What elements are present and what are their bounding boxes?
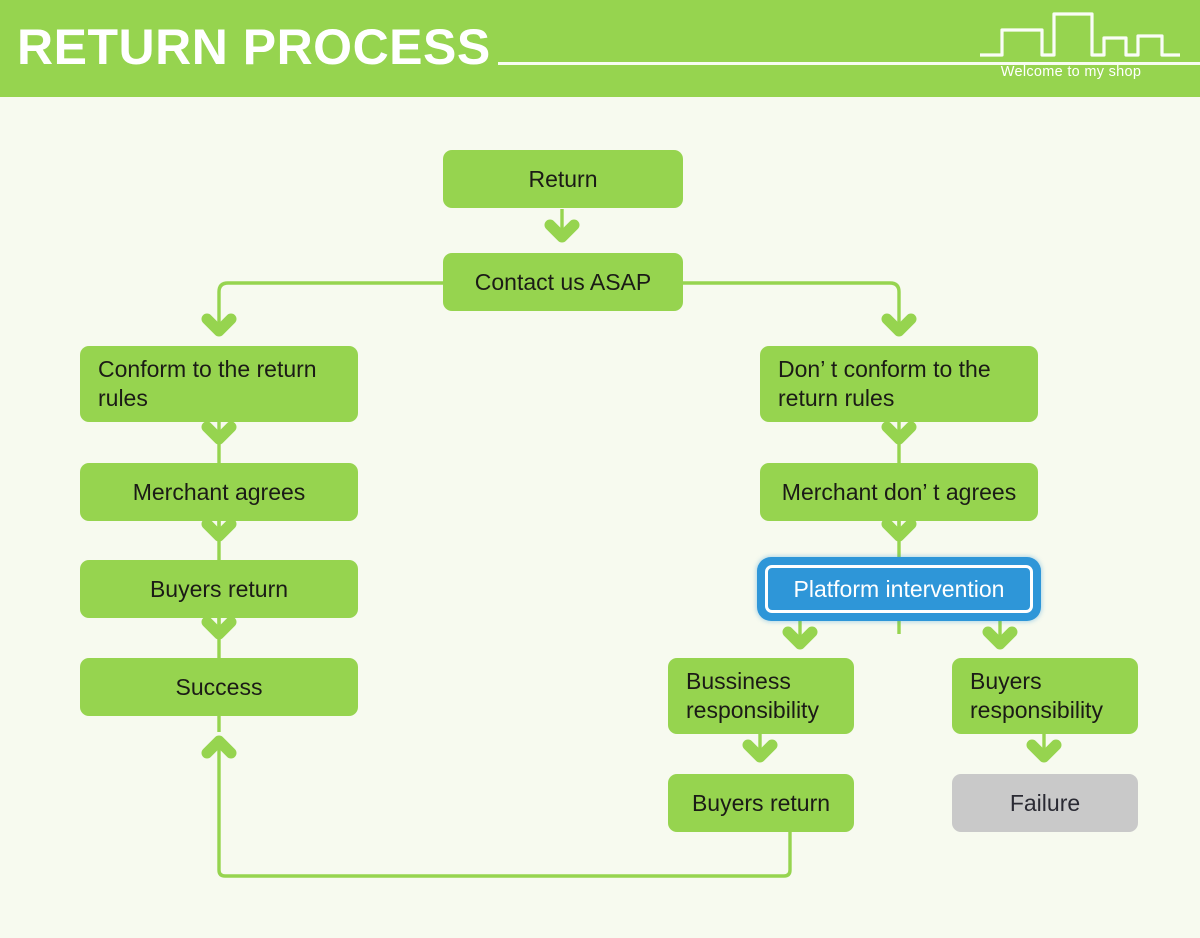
node-label: Contact us ASAP [474,268,652,295]
node-failure[interactable]: Failure [952,774,1138,832]
node-label: Bussiness responsibility [686,668,819,723]
node-return[interactable]: Return [443,150,683,208]
node-success[interactable]: Success [80,658,358,716]
node-label: Buyers responsibility [970,668,1103,723]
node-label: Merchant don’ t agrees [781,478,1017,505]
highlight-inner-border: Platform intervention [765,565,1033,613]
node-label: Return [528,165,598,192]
brand-tagline: Welcome to my shop [1000,64,1142,80]
node-buyers-return-right[interactable]: Buyers return [668,774,854,832]
node-label: Success [175,673,263,700]
node-label: Conform to the return rules [98,356,317,411]
node-buyers-return-left[interactable]: Buyers return [80,560,358,618]
page-title: RETURN PROCESS [17,19,491,75]
node-label: Merchant agrees [132,478,306,505]
node-buyers-responsibility[interactable]: Buyers responsibility [952,658,1138,734]
node-label: Don’ t conform to the return rules [778,356,991,411]
header-banner: RETURN PROCESS Welcome to my shop [0,0,1200,97]
node-label: Buyers return [149,575,289,602]
edge-contact-to-conform [217,281,443,330]
node-dont-conform-to-return-rules[interactable]: Don’ t conform to the return rules [760,346,1038,422]
node-merchant-dont-agrees[interactable]: Merchant don’ t agrees [760,463,1038,521]
brand-block: Welcome to my shop [965,6,1200,92]
edge-contact-to-notconform [682,281,901,330]
node-bussiness-responsibility[interactable]: Bussiness responsibility [668,658,854,734]
node-label: Platform intervention [793,575,1005,602]
node-platform-intervention[interactable]: Platform intervention [760,560,1038,618]
city-skyline-icon [980,12,1180,57]
node-merchant-agrees[interactable]: Merchant agrees [80,463,358,521]
node-label: Failure [1009,789,1081,816]
node-contact-us-asap[interactable]: Contact us ASAP [443,253,683,311]
node-label: Buyers return [691,789,831,816]
flowchart-canvas: Return Contact us ASAP Conform to the re… [0,97,1200,938]
node-conform-to-return-rules[interactable]: Conform to the return rules [80,346,358,422]
